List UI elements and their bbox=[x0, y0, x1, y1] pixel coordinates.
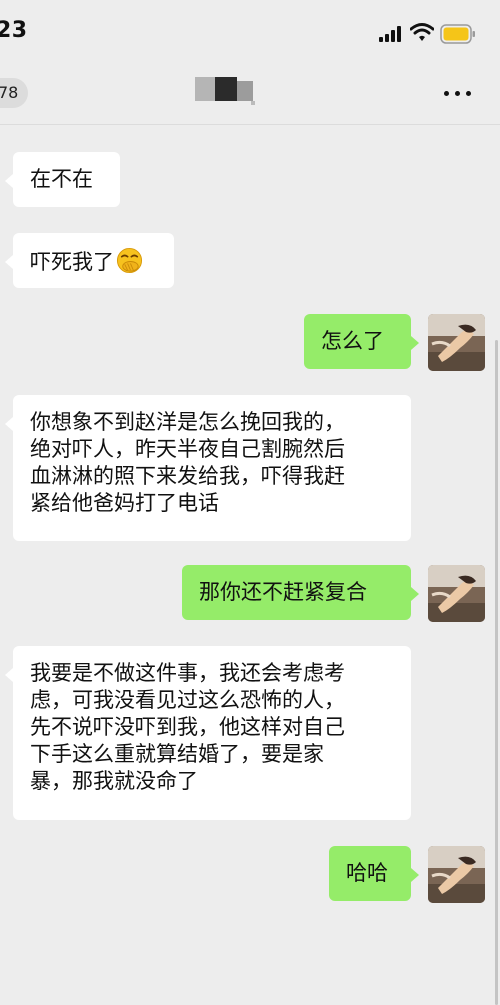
message-bubble-sent[interactable]: 哈哈 bbox=[329, 846, 419, 901]
message-line: 紧给他爸妈打了电话 bbox=[30, 491, 219, 515]
avatar-image bbox=[428, 314, 485, 371]
message-line: 我要是不做这件事，我还会考虑考 bbox=[30, 661, 345, 685]
message-text: 那你还不赶紧复合 bbox=[199, 580, 367, 604]
avatar[interactable] bbox=[428, 846, 485, 903]
message-line: 先不说吓没吓到我，他这样对自己 bbox=[30, 715, 345, 739]
battery-icon bbox=[440, 24, 475, 44]
avatar[interactable] bbox=[428, 565, 485, 622]
message-line: 血淋淋的照下来发给我，吓得我赶 bbox=[30, 464, 345, 488]
message-line: 下手这么重就算结婚了，要是家 bbox=[30, 742, 324, 766]
status-time: 23 bbox=[0, 18, 28, 43]
message-bubble-received[interactable]: 我要是不做这件事，我还会考虑考 虑，可我没看见过这么恐怖的人， 先不说吓没吓到我… bbox=[5, 646, 411, 820]
signal-icon bbox=[379, 26, 403, 42]
chat-header: 78 bbox=[0, 62, 500, 125]
avatar-image bbox=[428, 565, 485, 622]
avatar[interactable] bbox=[428, 314, 485, 371]
face-with-hand-over-mouth-emoji bbox=[116, 247, 143, 274]
back-button-unread-badge[interactable]: 78 bbox=[0, 78, 29, 108]
message-bubble-received[interactable]: 吓死我了 bbox=[5, 233, 174, 288]
more-options-icon[interactable] bbox=[444, 91, 472, 97]
message-text: 吓死我了 bbox=[30, 250, 114, 274]
message-line: 暴，那我就没命了 bbox=[30, 769, 198, 793]
message-text: 在不在 bbox=[30, 167, 93, 191]
message-line: 虑，可我没看见过这么恐怖的人， bbox=[30, 688, 345, 712]
chat-title-redacted bbox=[195, 75, 260, 109]
message-line: 绝对吓人，昨天半夜自己割腕然后 bbox=[30, 437, 345, 461]
status-bar: 23 bbox=[0, 0, 500, 62]
message-line: 你想象不到赵洋是怎么挽回我的， bbox=[30, 410, 345, 434]
message-bubble-received[interactable]: 你想象不到赵洋是怎么挽回我的， 绝对吓人，昨天半夜自己割腕然后 血淋淋的照下来发… bbox=[5, 395, 411, 541]
message-text: 哈哈 bbox=[346, 861, 388, 885]
message-bubble-sent[interactable]: 怎么了 bbox=[304, 314, 419, 369]
avatar-image bbox=[428, 846, 485, 903]
wifi-icon bbox=[410, 23, 434, 41]
message-text: 怎么了 bbox=[321, 329, 384, 353]
scrollbar[interactable] bbox=[495, 340, 498, 1005]
message-bubble-sent[interactable]: 那你还不赶紧复合 bbox=[182, 565, 419, 620]
message-bubble-received[interactable]: 在不在 bbox=[5, 152, 120, 207]
